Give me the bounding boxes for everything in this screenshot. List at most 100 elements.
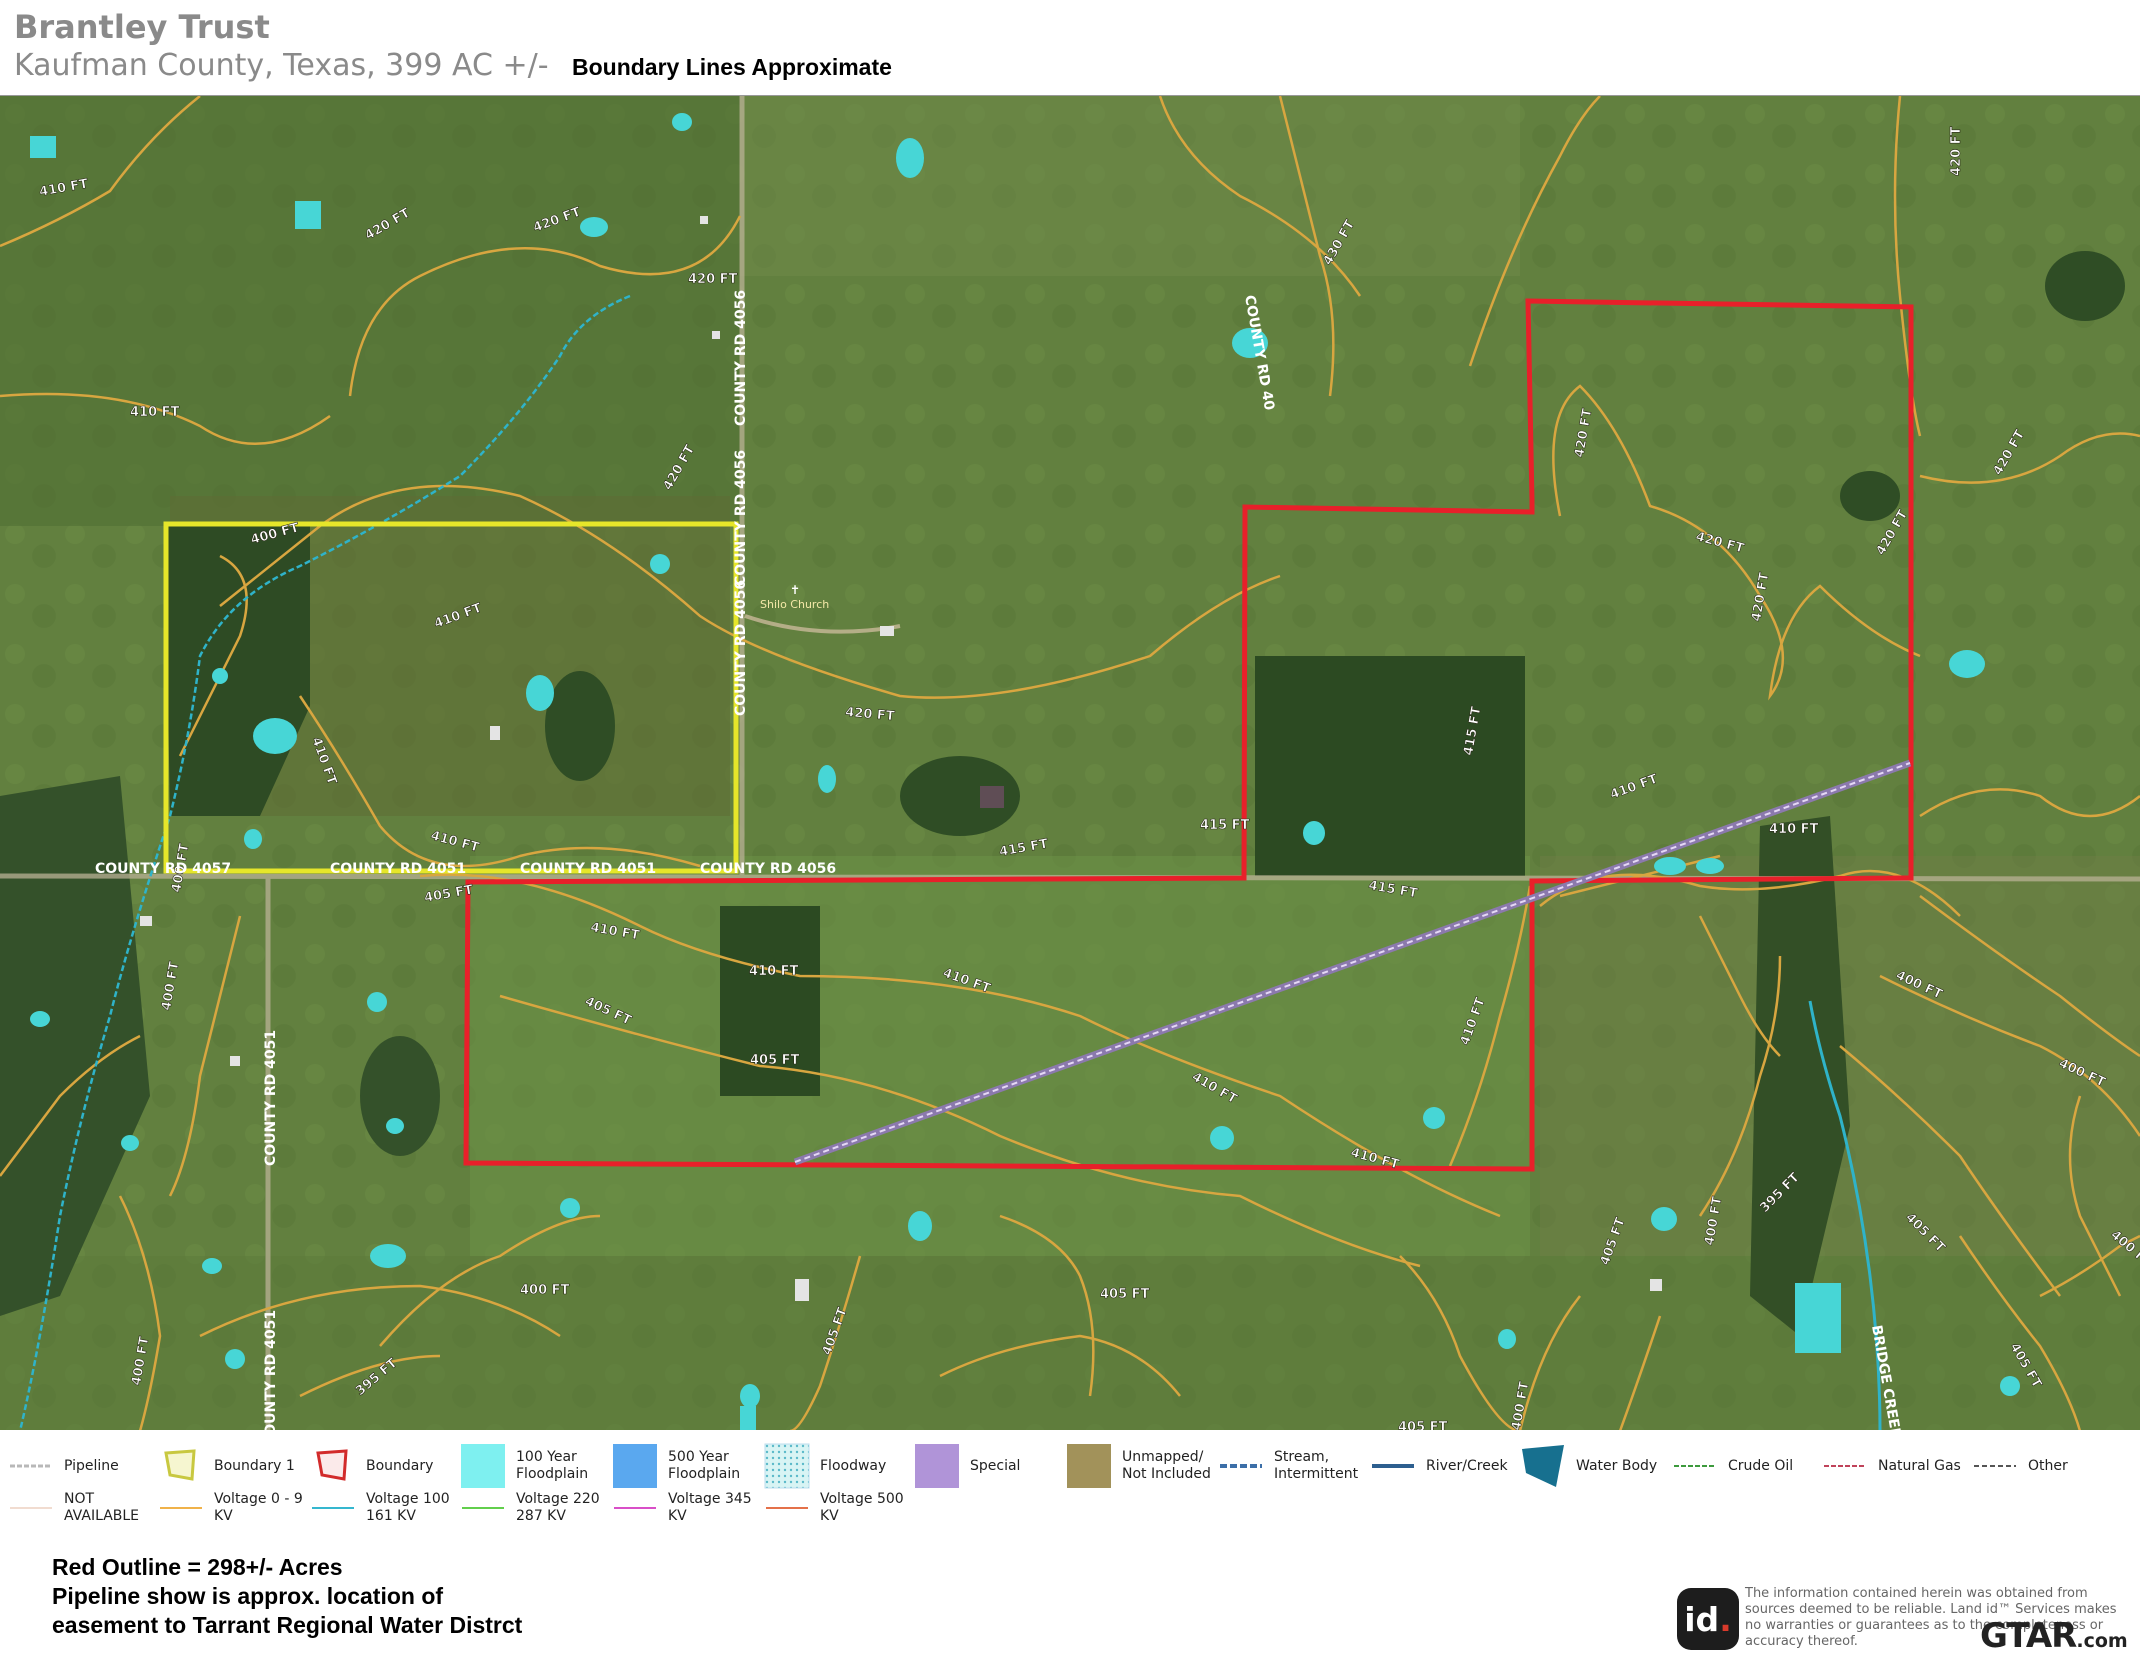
pipeline-line-icon — [8, 1443, 54, 1489]
legend-item-voltage-220-287: Voltage 220 287 KV — [460, 1485, 616, 1531]
special-swatch — [914, 1443, 960, 1489]
field-northwest — [0, 96, 740, 526]
road-label: COUNTY RD 4051 — [263, 1310, 279, 1430]
tree-clump-3 — [2045, 251, 2125, 321]
unmapped-swatch — [1066, 1443, 1112, 1489]
floodplain-500-swatch — [612, 1443, 658, 1489]
legend-item-water-body: Water Body — [1520, 1443, 1676, 1489]
road-label: COUNTY RD 4056 — [733, 580, 749, 716]
legend-item-voltage-500: Voltage 500 KV — [764, 1485, 920, 1531]
legend-label: Pipeline — [64, 1457, 119, 1474]
header: Brantley Trust Kaufman County, Texas, 39… — [0, 0, 2140, 95]
legend-label: Natural Gas — [1878, 1457, 1961, 1474]
voltage-220-287-line-icon — [460, 1485, 506, 1531]
legend-item-pipeline: Pipeline — [8, 1443, 164, 1489]
tree-stand-center — [1255, 656, 1525, 876]
legend-item-floodplain-500: 500 Year Floodplain — [612, 1443, 768, 1489]
natural-gas-line-icon — [1822, 1443, 1868, 1489]
contour-label: 405 FT — [750, 1053, 800, 1068]
church-icon: ✝ — [790, 583, 800, 597]
map-legend: Pipeline Boundary 1 Boundary 100 Year Fl… — [0, 1430, 2140, 1540]
legend-item-voltage-100-161: Voltage 100 161 KV — [310, 1485, 466, 1531]
contour-label: 420 FT — [688, 272, 738, 287]
voltage-500-line-icon — [764, 1485, 810, 1531]
note-line-2: Pipeline show is approx. location of — [52, 1583, 444, 1609]
note-line-1: Red Outline = 298+/- Acres — [52, 1554, 343, 1580]
road-label: COUNTY RD 4057 — [95, 861, 231, 877]
land-id-letters: id — [1684, 1599, 1720, 1639]
legend-item-other: Other — [1972, 1443, 2128, 1489]
legend-label: Voltage 220 287 KV — [516, 1491, 600, 1524]
legend-item-floodplain-100: 100 Year Floodplain — [460, 1443, 616, 1489]
legend-item-river: River/Creek — [1370, 1443, 1526, 1489]
map-canvas: 410 FT420 FT 420 FT420 FT410 FT420 FT430 … — [0, 96, 2140, 1430]
legend-item-natural-gas: Natural Gas — [1822, 1443, 1978, 1489]
gtar-logo-suffix: .com — [2076, 1630, 2128, 1652]
river-line-icon — [1370, 1443, 1416, 1489]
legend-label: Boundary — [366, 1457, 434, 1474]
voltage-345-line-icon — [612, 1485, 658, 1531]
floodplain-100-swatch — [460, 1443, 506, 1489]
road-label: COUNTY RD 4056 — [733, 450, 749, 586]
legend-item-voltage-345: Voltage 345 KV — [612, 1485, 768, 1531]
contour-label: 415 FT — [1200, 818, 1250, 833]
legend-label: Floodway — [820, 1457, 887, 1474]
land-id-logo: id. — [1677, 1588, 1739, 1650]
legend-item-crude-oil: Crude Oil — [1672, 1443, 1828, 1489]
boundary1-polygon-icon — [158, 1443, 204, 1489]
contour-label: 420 FT — [1949, 126, 1964, 176]
voltage-100-161-line-icon — [310, 1485, 356, 1531]
map-title: Brantley Trust — [14, 8, 270, 46]
road-label: COUNTY RD 4051 — [520, 861, 656, 877]
legend-item-not-available: NOT AVAILABLE — [8, 1485, 164, 1531]
contour-label: 400 FT — [520, 1283, 570, 1298]
legend-item-boundary: Boundary — [310, 1443, 466, 1489]
legend-label: Water Body — [1576, 1457, 1658, 1474]
stream-line-icon — [1218, 1443, 1264, 1489]
contour-label: 410 FT — [130, 405, 180, 420]
boundary-polygon-icon — [310, 1443, 356, 1489]
road-label: COUNTY RD 4056 — [733, 290, 749, 426]
legend-label: 100 Year Floodplain — [516, 1449, 589, 1482]
legend-label: Crude Oil — [1728, 1457, 1794, 1474]
legend-label: Special — [970, 1457, 1021, 1474]
legend-item-floodway: Floodway — [764, 1443, 920, 1489]
contour-label: 410 FT — [1769, 822, 1819, 837]
legend-label: Voltage 345 KV — [668, 1491, 752, 1524]
legend-label: River/Creek — [1426, 1457, 1508, 1474]
legend-item-unmapped: Unmapped/ Not Included — [1066, 1443, 1222, 1489]
tree-clump-5 — [360, 1036, 440, 1156]
boundary-note: Boundary Lines Approximate — [572, 54, 892, 80]
legend-label: Stream, Intermittent — [1274, 1449, 1359, 1482]
other-line-icon — [1972, 1443, 2018, 1489]
legend-label: Voltage 500 KV — [820, 1491, 904, 1524]
contour-label: 405 FT — [1100, 1287, 1150, 1302]
aerial-map[interactable]: 410 FT 420 FT 420 FT 420 FT 410 FT 420 FT 430 … — [0, 95, 2140, 1430]
tree-clump-4 — [1840, 471, 1900, 521]
gtar-logo-main: GTAR — [1980, 1616, 2077, 1654]
road-label: COUNTY RD 4056 — [700, 861, 836, 877]
legend-label: Unmapped/ Not Included — [1122, 1449, 1211, 1482]
legend-label: Voltage 100 161 KV — [366, 1491, 450, 1524]
legend-item-voltage-0-9: Voltage 0 - 9 KV — [158, 1485, 314, 1531]
legend-label: 500 Year Floodplain — [668, 1449, 741, 1482]
water-body-icon — [1520, 1443, 1566, 1489]
acreage-notes: Red Outline = 298+/- Acres Pipeline show… — [52, 1553, 522, 1640]
road-label: COUNTY RD 4051 — [330, 861, 466, 877]
legend-label: Other — [2028, 1457, 2068, 1474]
place-label-church: Shilo Church — [760, 598, 829, 611]
legend-label: Boundary 1 — [214, 1457, 295, 1474]
tree-clump-1 — [545, 671, 615, 781]
contour-label: 410 FT — [749, 964, 799, 979]
voltage-0-9-line-icon — [158, 1485, 204, 1531]
structure-dark-roof — [980, 786, 1004, 808]
legend-item-boundary-1: Boundary 1 — [158, 1443, 314, 1489]
field-south-parcel — [470, 856, 1530, 1256]
crude-oil-line-icon — [1672, 1443, 1718, 1489]
floodway-swatch — [764, 1443, 810, 1489]
gtar-logo: GTAR.com — [1980, 1616, 2128, 1654]
legend-label: Voltage 0 - 9 KV — [214, 1491, 303, 1524]
note-line-3: easement to Tarrant Regional Water Distr… — [52, 1612, 523, 1638]
legend-item-stream: Stream, Intermittent — [1218, 1443, 1374, 1489]
map-subtitle: Kaufman County, Texas, 399 AC +/- — [14, 48, 549, 83]
